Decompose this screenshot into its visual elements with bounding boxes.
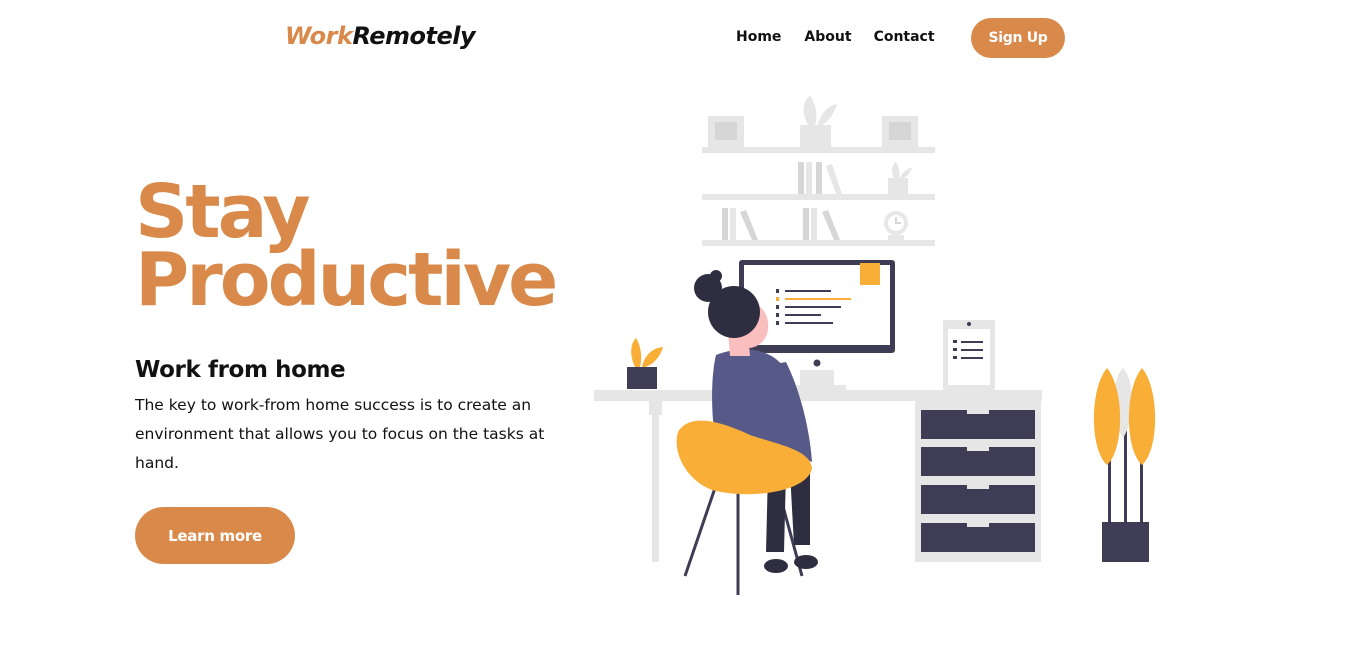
nav-contact-link[interactable]: Contact [874,29,935,45]
hero-subtitle: Work from home [135,357,346,383]
nav-about-link[interactable]: About [804,29,851,45]
desk-plant [627,338,663,389]
logo[interactable]: WorkRemotely [285,22,476,50]
landing-page: WorkRemotely Home About Contact Sign Up … [0,0,1349,650]
bookshelf [702,96,935,246]
signup-button[interactable]: Sign Up [971,18,1065,58]
logo-remotely: Remotely [352,22,476,50]
tablet [943,320,995,390]
woman-working-at-desk-illustration [594,96,1156,595]
floor-plant [1093,368,1156,562]
hero-description: The key to work-from home success is to … [135,396,545,472]
hero-title-line1: Stay [135,169,311,255]
hero-title: Stay Productive [135,169,558,323]
nav-home-link[interactable]: Home [736,29,781,45]
logo-work: Work [285,22,353,50]
hero-title-line2: Productive [135,237,558,323]
main-nav: Home About Contact [736,29,935,45]
learn-more-button[interactable]: Learn more [135,507,295,564]
